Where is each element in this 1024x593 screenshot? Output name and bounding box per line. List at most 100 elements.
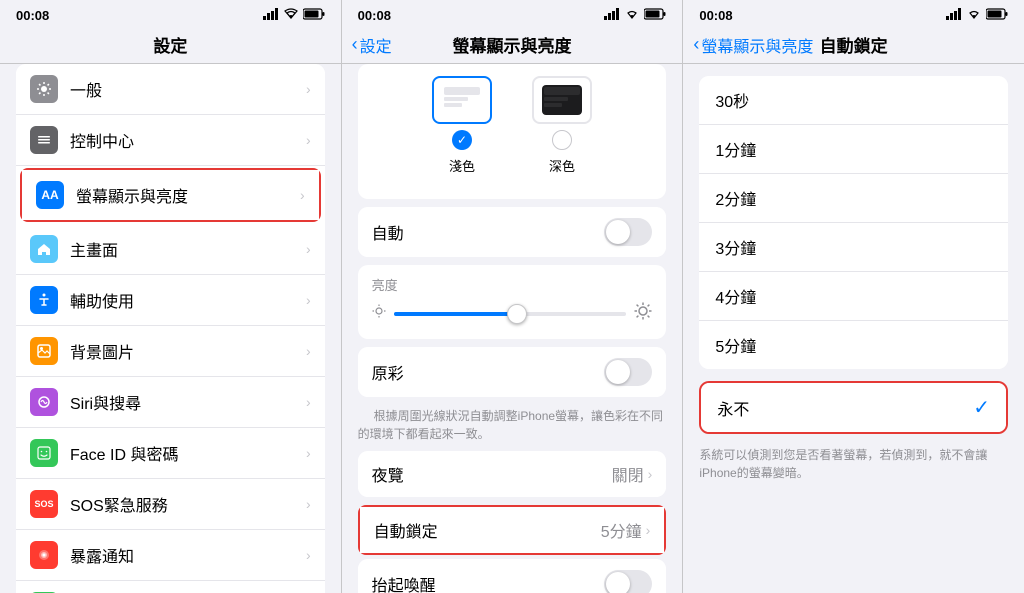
label-general: 一般 — [70, 77, 306, 101]
appearance-group: ✓ 淺色 深色 — [358, 64, 667, 199]
raisewake-label: 抬起喚醒 — [372, 572, 605, 593]
chevron-wallpaper: › — [306, 343, 311, 359]
icon-wallpaper — [30, 337, 58, 365]
appearance-light[interactable]: ✓ 淺色 — [432, 76, 492, 175]
auto-toggle[interactable] — [604, 218, 652, 246]
nightshift-value: 關閉 — [612, 462, 644, 486]
settings-group-general: 一般 › 控制中心 › AA 螢幕顯示與亮度 › — [16, 64, 325, 593]
chevron-exposure: › — [306, 547, 311, 563]
settings-row-siri[interactable]: Siri與搜尋 › — [16, 377, 325, 428]
nav-back-2[interactable]: ‹ 設定 — [352, 33, 392, 57]
brightness-high-icon — [634, 302, 652, 325]
dark-label: 深色 — [549, 156, 575, 175]
option-never-check: ✓ — [973, 395, 990, 420]
option-4m[interactable]: 4分鐘 — [699, 272, 1008, 321]
status-time-3: 00:08 — [699, 8, 732, 23]
status-bar-1: 00:08 — [0, 0, 341, 28]
settings-row-display[interactable]: AA 螢幕顯示與亮度 › — [22, 170, 319, 220]
settings-row-home[interactable]: 主畫面 › — [16, 224, 325, 275]
option-never[interactable]: 永不 ✓ — [701, 383, 1006, 432]
icon-faceid — [30, 439, 58, 467]
label-faceid: Face ID 與密碼 — [70, 441, 306, 465]
option-30s[interactable]: 30秒 — [699, 76, 1008, 125]
label-control: 控制中心 — [70, 128, 306, 152]
signal-icon-3 — [946, 8, 962, 23]
option-2m[interactable]: 2分鐘 — [699, 174, 1008, 223]
appearance-options: ✓ 淺色 深色 — [358, 76, 667, 175]
dark-preview — [532, 76, 592, 124]
auto-row[interactable]: 自動 — [358, 207, 667, 257]
icon-sos: SOS — [30, 490, 58, 518]
status-icons-2 — [604, 8, 666, 23]
battery-icon-2 — [644, 8, 666, 23]
chevron-siri: › — [306, 394, 311, 410]
option-4m-label: 4分鐘 — [715, 284, 992, 308]
highlight-display: AA 螢幕顯示與亮度 › — [20, 168, 321, 222]
autolock-value: 5分鐘 — [601, 518, 642, 542]
nav-bar-3: ‹ 螢幕顯示與亮度 自動鎖定 — [683, 28, 1024, 64]
settings-row-wallpaper[interactable]: 背景圖片 › — [16, 326, 325, 377]
label-sos: SOS緊急服務 — [70, 492, 306, 516]
battery-icon — [303, 8, 325, 23]
truetone-toggle[interactable] — [604, 358, 652, 386]
brightness-thumb[interactable] — [507, 304, 527, 324]
brightness-section-label: 亮度 — [372, 275, 653, 294]
settings-list-2: ✓ 淺色 深色 自動 亮度 — [342, 64, 683, 593]
chevron-general: › — [306, 81, 311, 97]
option-1m-label: 1分鐘 — [715, 137, 992, 161]
wifi-icon-3 — [966, 8, 982, 23]
nightshift-group: 夜覽 關閉 › — [358, 451, 667, 497]
auto-label: 自動 — [372, 220, 605, 244]
chevron-home: › — [306, 241, 311, 257]
option-30s-label: 30秒 — [715, 88, 992, 112]
wifi-icon-2 — [624, 8, 640, 23]
nav-back-chevron-3: ‹ — [693, 34, 699, 55]
autolock-highlight: 自動鎖定 5分鐘 › — [358, 505, 667, 555]
status-time-2: 00:08 — [358, 8, 391, 23]
autolock-row[interactable]: 自動鎖定 5分鐘 › — [360, 507, 665, 553]
label-wallpaper: 背景圖片 — [70, 339, 306, 363]
light-preview — [432, 76, 492, 124]
autolock-options: 30秒 1分鐘 2分鐘 3分鐘 4分鐘 5分鐘 — [699, 76, 1008, 369]
autolock-chevron: › — [646, 522, 651, 538]
nav-back-3[interactable]: ‹ 螢幕顯示與亮度 — [693, 33, 813, 57]
raisewake-toggle[interactable] — [604, 570, 652, 593]
label-accessibility: 輔助使用 — [70, 288, 306, 312]
selected-option-highlight: 永不 ✓ — [699, 381, 1008, 434]
autolock-note: 系統可以偵測到您是否看著螢幕，若偵測到，就不會讓iPhone的螢幕變暗。 — [683, 438, 1024, 490]
settings-row-battery[interactable]: 電池 › — [16, 581, 325, 593]
nightshift-row[interactable]: 夜覽 關閉 › — [358, 451, 667, 497]
option-1m[interactable]: 1分鐘 — [699, 125, 1008, 174]
icon-general — [30, 75, 58, 103]
brightness-group: 亮度 — [358, 265, 667, 339]
settings-row-accessibility[interactable]: 輔助使用 › — [16, 275, 325, 326]
brightness-fill — [394, 312, 522, 316]
settings-row-sos[interactable]: SOS SOS緊急服務 › — [16, 479, 325, 530]
settings-row-exposure[interactable]: 暴露通知 › — [16, 530, 325, 581]
icon-display: AA — [36, 181, 64, 209]
brightness-slider[interactable] — [372, 302, 653, 325]
appearance-dark[interactable]: 深色 — [532, 76, 592, 175]
brightness-container: 亮度 — [358, 265, 667, 339]
signal-icon-2 — [604, 8, 620, 23]
option-5m-label: 5分鐘 — [715, 333, 992, 357]
settings-row-faceid[interactable]: Face ID 與密碼 › — [16, 428, 325, 479]
battery-icon-3 — [986, 8, 1008, 23]
settings-row-general[interactable]: 一般 › — [16, 64, 325, 115]
nav-title-1: 設定 — [153, 32, 187, 57]
option-3m[interactable]: 3分鐘 — [699, 223, 1008, 272]
settings-row-control[interactable]: 控制中心 › — [16, 115, 325, 166]
nightshift-label: 夜覽 — [372, 462, 612, 486]
truetone-label: 原彩 — [372, 360, 605, 384]
option-5m[interactable]: 5分鐘 — [699, 321, 1008, 369]
status-icons-3 — [946, 8, 1008, 23]
nav-title-2: 螢幕顯示與亮度 — [453, 32, 572, 57]
raisewake-row[interactable]: 抬起喚醒 — [358, 559, 667, 593]
wifi-icon — [283, 8, 299, 23]
truetone-note-text: 根據周圍光線狀況自動調整iPhone螢幕，讓色彩在不同的環境下都看起來一致。 — [358, 403, 663, 451]
brightness-track[interactable] — [394, 312, 627, 316]
label-siri: Siri與搜尋 — [70, 390, 306, 414]
chevron-accessibility: › — [306, 292, 311, 308]
nav-back-chevron-2: ‹ — [352, 34, 358, 55]
truetone-row[interactable]: 原彩 — [358, 347, 667, 397]
